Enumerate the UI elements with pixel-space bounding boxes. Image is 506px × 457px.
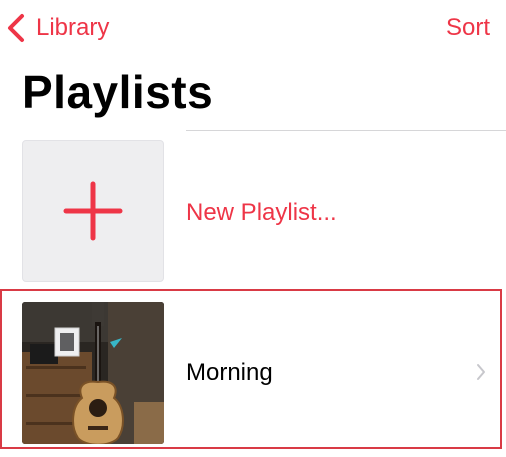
new-playlist-label: New Playlist... bbox=[186, 199, 337, 226]
sort-button[interactable]: Sort bbox=[446, 12, 490, 44]
new-playlist-row[interactable]: New Playlist... bbox=[0, 140, 506, 284]
divider bbox=[186, 130, 506, 131]
new-playlist-tile[interactable] bbox=[22, 140, 164, 282]
back-button[interactable]: Library bbox=[6, 12, 109, 44]
playlist-title: Morning bbox=[186, 359, 273, 386]
playlists-screen: Library Sort Playlists New Playlist... M… bbox=[0, 0, 506, 457]
chevron-right-icon bbox=[477, 364, 485, 380]
playlist-row-morning[interactable]: Morning bbox=[0, 289, 502, 449]
chevron-left-icon bbox=[8, 14, 24, 42]
back-label: Library bbox=[36, 14, 110, 41]
plus-icon bbox=[63, 181, 123, 241]
guitar-photo bbox=[22, 302, 164, 444]
page-title: Playlists bbox=[22, 66, 214, 118]
playlist-artwork bbox=[22, 302, 164, 444]
